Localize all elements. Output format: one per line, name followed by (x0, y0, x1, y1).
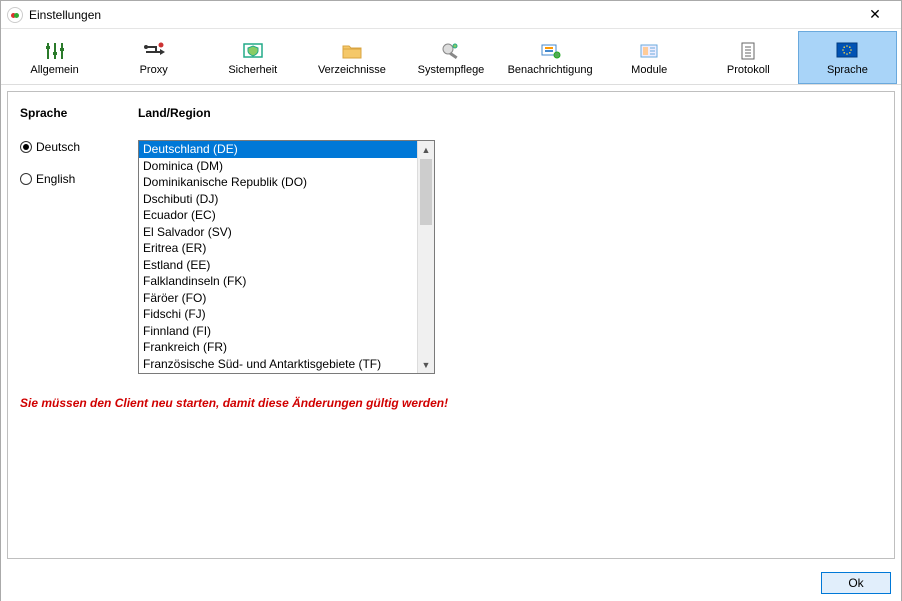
list-item[interactable]: Französisch-Guayana (GF) (139, 372, 417, 373)
shield-icon (241, 40, 265, 62)
heading-sprache: Sprache (20, 106, 138, 120)
scroll-up-icon[interactable]: ▲ (418, 141, 434, 158)
dialog-footer: Ok (1, 565, 901, 601)
list-item[interactable]: Falklandinseln (FK) (139, 273, 417, 290)
tab-sprache[interactable]: Sprache (798, 31, 897, 84)
list-item[interactable]: Fidschi (FJ) (139, 306, 417, 323)
sliders-icon (43, 40, 67, 62)
list-item[interactable]: Eritrea (ER) (139, 240, 417, 257)
list-item[interactable]: Ecuador (EC) (139, 207, 417, 224)
proxy-icon (142, 40, 166, 62)
list-item[interactable]: Finnland (FI) (139, 323, 417, 340)
tab-sicherheit[interactable]: Sicherheit (203, 31, 302, 84)
notification-icon (538, 40, 562, 62)
ok-button[interactable]: Ok (821, 572, 891, 594)
radio-label: English (36, 172, 75, 186)
titlebar: Einstellungen ✕ (1, 1, 901, 29)
scroll-thumb[interactable] (420, 159, 432, 225)
tab-proxy[interactable]: Proxy (104, 31, 203, 84)
tab-label: Allgemein (30, 64, 78, 76)
tab-label: Systempflege (418, 64, 485, 76)
heading-region: Land/Region (138, 106, 435, 120)
list-item[interactable]: Deutschland (DE) (139, 141, 417, 158)
tab-benachrichtigung[interactable]: Benachrichtigung (501, 31, 600, 84)
tab-label: Protokoll (727, 64, 770, 76)
list-item[interactable]: Französische Süd- und Antarktisgebiete (… (139, 356, 417, 373)
tab-label: Module (631, 64, 667, 76)
app-icon (7, 7, 23, 23)
ok-button-label: Ok (848, 576, 863, 590)
module-icon (637, 40, 661, 62)
scroll-down-icon[interactable]: ▼ (418, 356, 434, 373)
tab-systempflege[interactable]: Systempflege (401, 31, 500, 84)
list-item[interactable]: Dominica (DM) (139, 158, 417, 175)
radio-deutsch[interactable]: Deutsch (20, 140, 138, 154)
close-icon: ✕ (869, 6, 881, 23)
tab-label: Verzeichnisse (318, 64, 386, 76)
radio-indicator-icon (20, 141, 32, 153)
list-item[interactable]: Dominikanische Republik (DO) (139, 174, 417, 191)
list-item[interactable]: Estland (EE) (139, 257, 417, 274)
region-listbox[interactable]: Deutschland (DE) Dominica (DM) Dominikan… (138, 140, 435, 374)
radio-indicator-icon (20, 173, 32, 185)
region-list-viewport: Deutschland (DE) Dominica (DM) Dominikan… (139, 141, 417, 373)
tab-label: Sprache (827, 64, 868, 76)
settings-toolbar: Allgemein Proxy Sicherheit (1, 29, 901, 85)
list-item[interactable]: Dschibuti (DJ) (139, 191, 417, 208)
restart-warning: Sie müssen den Client neu starten, damit… (20, 396, 882, 410)
maintenance-icon (439, 40, 463, 62)
list-item[interactable]: El Salvador (SV) (139, 224, 417, 241)
tab-protokoll[interactable]: Protokoll (699, 31, 798, 84)
list-item[interactable]: Frankreich (FR) (139, 339, 417, 356)
tab-verzeichnisse[interactable]: Verzeichnisse (302, 31, 401, 84)
radio-english[interactable]: English (20, 172, 138, 186)
list-item[interactable]: Färöer (FO) (139, 290, 417, 307)
tab-module[interactable]: Module (600, 31, 699, 84)
eu-flag-icon (835, 40, 859, 62)
log-icon (736, 40, 760, 62)
tab-allgemein[interactable]: Allgemein (5, 31, 104, 84)
window-title: Einstellungen (29, 8, 855, 22)
tab-label: Proxy (140, 64, 168, 76)
scrollbar[interactable]: ▲ ▼ (417, 141, 434, 373)
tab-label: Sicherheit (228, 64, 277, 76)
tab-label: Benachrichtigung (508, 64, 593, 76)
folder-icon (340, 40, 364, 62)
settings-panel: Sprache Deutsch English Land/Region Deut… (7, 91, 895, 559)
close-button[interactable]: ✕ (855, 1, 895, 28)
radio-label: Deutsch (36, 140, 80, 154)
